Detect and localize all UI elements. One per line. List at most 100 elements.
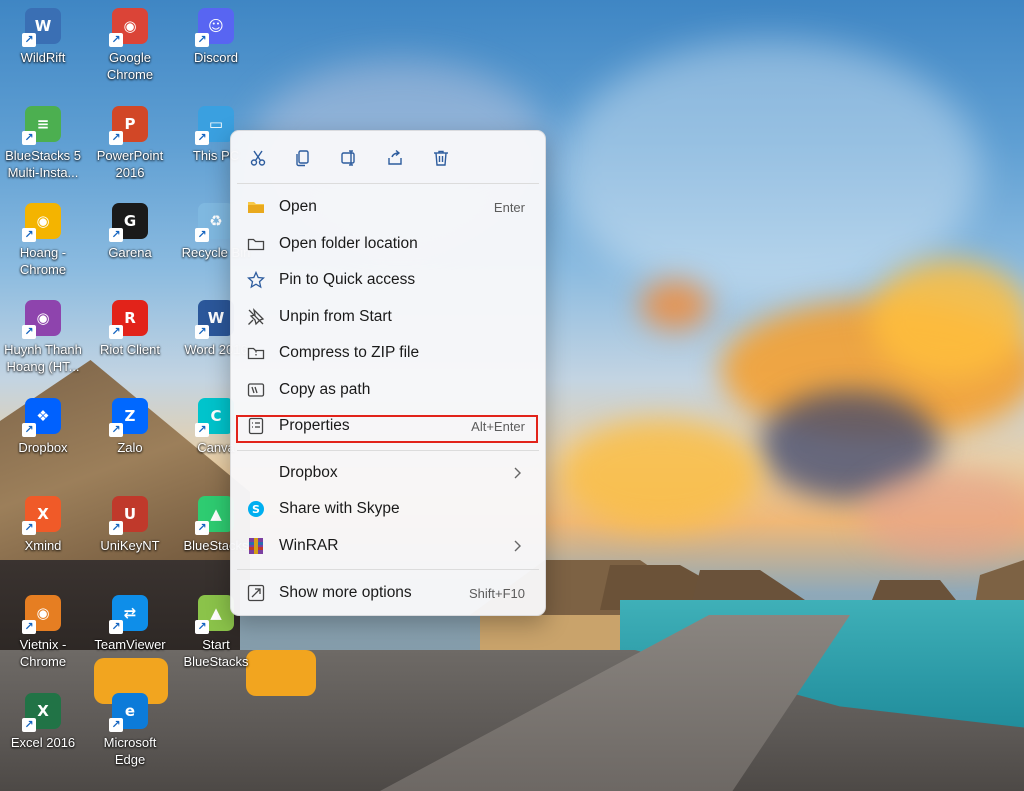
chrome-profile-icon: ◉ ↗ <box>22 595 61 634</box>
shortcut-arrow-icon: ↗ <box>22 718 36 732</box>
canva-icon: C ↗ <box>195 398 234 437</box>
desktop-shortcut[interactable]: ≡ ↗ BlueStacks 5 Multi-Insta... <box>1 106 85 181</box>
desktop-shortcut-label: BlueStacks 5 Multi-Insta... <box>5 148 81 180</box>
bluestacks-icon: ▲ ↗ <box>195 595 234 634</box>
shortcut-arrow-icon: ↗ <box>109 228 123 242</box>
recycle-bin-icon: ♻ ↗ <box>195 203 234 242</box>
desktop-shortcut[interactable]: R ↗ Riot Client <box>88 300 172 358</box>
desktop-shortcut-label: Microsoft Edge <box>103 735 157 767</box>
desktop-shortcut-label: Vietnix - Chrome <box>19 637 67 669</box>
shortcut-arrow-icon: ↗ <box>109 131 123 145</box>
desktop-shortcut-label: Riot Client <box>100 342 160 357</box>
shortcut-arrow-icon: ↗ <box>109 325 123 339</box>
rename-button[interactable] <box>334 143 364 173</box>
desktop-shortcut[interactable]: ◉ ↗ Google Chrome <box>88 8 172 83</box>
desktop-shortcut-label: Huynh Thanh Hoang (HT... <box>4 342 82 374</box>
cut-icon <box>250 150 266 166</box>
dropbox-icon: ❖ ↗ <box>22 398 61 437</box>
desktop-shortcut[interactable]: ◉ ↗ Hoang - Chrome <box>1 203 85 278</box>
desktop-shortcut[interactable]: X ↗ Xmind <box>1 496 85 554</box>
file-context-menu: Open Enter Open folder location Pin to Q… <box>230 130 546 616</box>
desktop-shortcut[interactable]: ❖ ↗ Dropbox <box>1 398 85 456</box>
desktop-shortcut-label: Dropbox <box>18 440 68 455</box>
bluestacks-icon: ▲ ↗ <box>195 496 234 535</box>
menu-item-unpin-start[interactable]: Unpin from Start <box>237 300 539 334</box>
shortcut-arrow-icon: ↗ <box>22 228 36 242</box>
desktop-shortcut[interactable]: W ↗ WildRift <box>1 8 85 66</box>
menu-separator <box>237 569 539 570</box>
shortcut-arrow-icon: ↗ <box>22 325 36 339</box>
menu-item-open[interactable]: Open Enter <box>237 190 539 224</box>
wildrift-icon: W ↗ <box>22 8 61 47</box>
desktop-shortcut[interactable]: ◉ ↗ Huynh Thanh Hoang (HT... <box>1 300 85 375</box>
winrar-icon <box>249 538 263 554</box>
riot-client-icon: R ↗ <box>109 300 148 339</box>
menu-item-copy-as-path[interactable]: Copy as path <box>237 373 539 407</box>
this-pc-icon: ▭ ↗ <box>195 106 234 145</box>
desktop-shortcut[interactable]: ◉ ↗ Vietnix - Chrome <box>1 595 85 670</box>
desktop-shortcut[interactable]: Z ↗ Zalo <box>88 398 172 456</box>
shortcut-arrow-icon: ↗ <box>195 228 209 242</box>
desktop-shortcut[interactable]: e ↗ Microsoft Edge <box>88 693 172 768</box>
desktop-shortcut-label: Hoang - Chrome <box>19 245 67 277</box>
delete-button[interactable] <box>426 143 456 173</box>
menu-item-show-more-options[interactable]: Show more options Shift+F10 <box>237 576 539 610</box>
folder-icon <box>247 238 265 251</box>
desktop-shortcut[interactable]: ⇄ ↗ TeamViewer <box>88 595 172 653</box>
menu-item-pin-quick-access[interactable]: Pin to Quick access <box>237 263 539 297</box>
desktop-shortcut-label: Xmind <box>24 538 62 553</box>
shortcut-arrow-icon: ↗ <box>109 423 123 437</box>
shortcut-arrow-icon: ↗ <box>195 131 209 145</box>
star-icon <box>247 271 265 289</box>
menu-separator <box>237 183 539 184</box>
garena-icon: G ↗ <box>109 203 148 242</box>
more-options-icon <box>247 584 265 602</box>
menu-item-label: Share with Skype <box>279 500 400 517</box>
menu-separator <box>237 450 539 451</box>
folder-open-icon <box>248 202 264 213</box>
xmind-icon: X ↗ <box>22 496 61 535</box>
menu-item-dropbox[interactable]: Dropbox <box>237 456 539 490</box>
desktop-shortcut[interactable]: X ↗ Excel 2016 <box>1 693 85 751</box>
powerpoint-icon: P ↗ <box>109 106 148 145</box>
shortcut-arrow-icon: ↗ <box>195 33 209 47</box>
copy-path-icon <box>247 383 265 397</box>
unikey-icon: U ↗ <box>109 496 148 535</box>
rename-icon <box>341 150 355 166</box>
edge-icon: e ↗ <box>109 693 148 732</box>
copy-icon <box>296 150 309 167</box>
desktop-shortcut-label: WildRift <box>20 50 66 65</box>
word-icon: W ↗ <box>195 300 234 339</box>
desktop-shortcut[interactable]: ☺ ↗ Discord <box>174 8 258 66</box>
desktop-shortcut[interactable]: G ↗ Garena <box>88 203 172 261</box>
bluestacks-multi-icon: ≡ ↗ <box>22 106 61 145</box>
chrome-icon: ◉ ↗ <box>109 8 148 47</box>
shortcut-arrow-icon: ↗ <box>109 620 123 634</box>
desktop-shortcut[interactable]: U ↗ UniKeyNT <box>88 496 172 554</box>
menu-item-compress-zip[interactable]: Compress to ZIP file <box>237 336 539 370</box>
menu-item-label: Open <box>279 198 317 215</box>
desktop-shortcut-label: PowerPoint 2016 <box>96 148 164 180</box>
desktop-shortcut[interactable]: P ↗ PowerPoint 2016 <box>88 106 172 181</box>
shortcut-arrow-icon: ↗ <box>109 718 123 732</box>
menu-item-share-skype[interactable]: S Share with Skype <box>237 492 539 526</box>
menu-item-winrar[interactable]: WinRAR <box>237 529 539 563</box>
properties-highlight-box <box>236 415 538 443</box>
menu-item-open-folder-location[interactable]: Open folder location <box>237 227 539 261</box>
menu-item-label: Compress to ZIP file <box>279 344 420 361</box>
menu-item-shortcut: Shift+F10 <box>468 586 525 601</box>
skype-icon: S <box>248 501 264 517</box>
share-button[interactable] <box>380 143 410 173</box>
desktop-shortcut-label: Start BlueStacks <box>183 637 249 669</box>
cut-button[interactable] <box>243 143 273 173</box>
delete-icon <box>434 150 448 166</box>
chrome-profile-icon: ◉ ↗ <box>22 300 61 339</box>
shortcut-arrow-icon: ↗ <box>195 620 209 634</box>
chevron-right-icon <box>514 540 521 552</box>
desktop-shortcut-label: TeamViewer <box>94 637 166 652</box>
shortcut-arrow-icon: ↗ <box>195 325 209 339</box>
copy-button[interactable] <box>288 143 318 173</box>
zalo-icon: Z ↗ <box>109 398 148 437</box>
svg-text:S: S <box>252 503 260 516</box>
desktop-shortcut-label: Discord <box>193 50 239 65</box>
